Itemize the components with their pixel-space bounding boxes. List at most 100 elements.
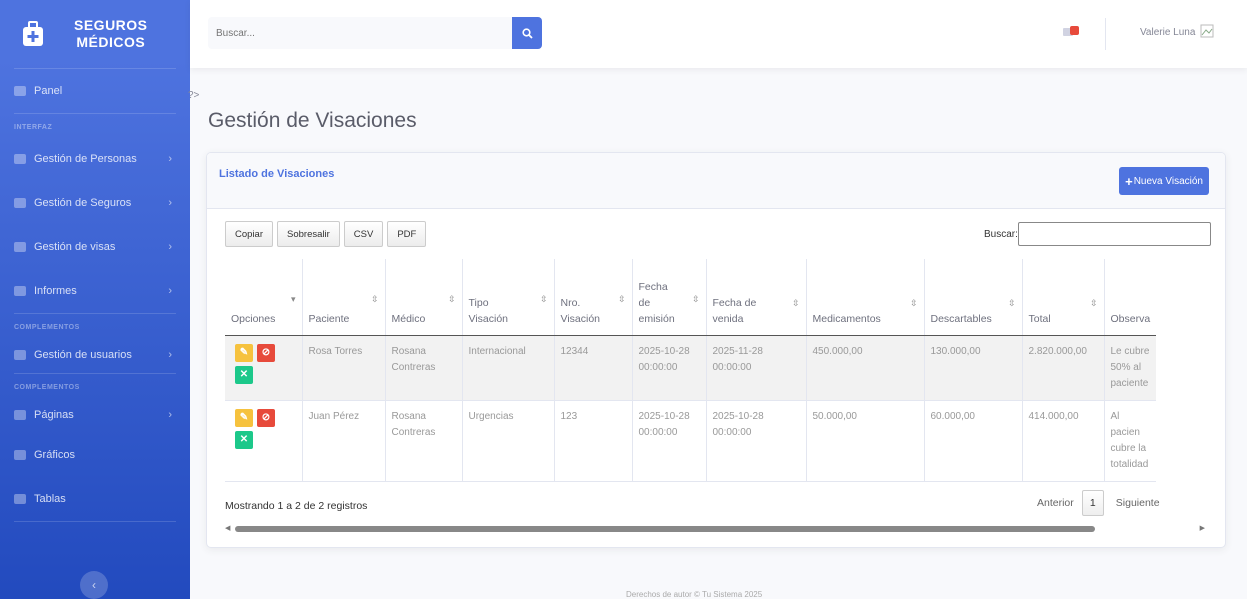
search-input[interactable] xyxy=(208,17,512,49)
table-header-row: ▾ Opciones ⇳ Paciente ⇳ Médico ⇳ Tipo Visaci… xyxy=(225,259,1157,336)
ban-icon: ⊘ xyxy=(261,346,271,358)
sort-icon: ⇳ xyxy=(447,293,456,304)
options-cell: ✎ ⊘ ✕ xyxy=(225,400,303,482)
sidebar-item-tablas[interactable]: Tablas xyxy=(0,477,190,521)
sidebar-item-label: Gestión de Personas xyxy=(34,153,137,165)
disable-button[interactable]: ⊘ xyxy=(257,408,275,427)
cell-emision: 2025-10-28 00:00:00 xyxy=(632,400,707,482)
cell-nro: 123 xyxy=(554,400,633,482)
export-buttons: Copiar Sobresalir CSV PDF xyxy=(225,221,427,247)
table-info: Mostrando 1 a 2 de 2 registros xyxy=(225,500,368,512)
sidebar-item-visas[interactable]: Gestión de visas › xyxy=(0,225,190,269)
chevron-right-icon: › xyxy=(168,349,172,361)
col-header-label: Medicamentos xyxy=(812,312,881,325)
scroll-right-icon[interactable]: ▶ xyxy=(1200,524,1205,532)
alerts-badge xyxy=(1070,26,1079,35)
card-title: Listado de Visaciones xyxy=(219,168,335,180)
sidebar-item-personas[interactable]: Gestión de Personas › xyxy=(0,137,190,181)
sidebar-item-graficos[interactable]: Gráficos xyxy=(0,433,190,477)
col-header[interactable]: ⇳ Nro. Visación xyxy=(554,259,633,336)
stray-text: ?> xyxy=(188,90,200,101)
sidebar-item-seguros[interactable]: Gestión de Seguros › xyxy=(0,181,190,225)
cell-descartables: 130.000,00 xyxy=(924,335,1023,401)
cell-total: 2.820.000,00 xyxy=(1022,335,1105,401)
sidebar-item-panel[interactable]: Panel xyxy=(0,69,190,113)
sort-icon: ⇳ xyxy=(539,293,548,304)
file-icon xyxy=(14,198,26,208)
disable-button[interactable]: ⊘ xyxy=(257,343,275,362)
col-header-label: Tipo Visación xyxy=(468,296,509,325)
sidebar-item-label: Páginas xyxy=(34,409,74,421)
col-header[interactable]: ▾ Opciones xyxy=(225,259,303,336)
avatar[interactable] xyxy=(1200,24,1214,38)
sidebar-toggle-button[interactable]: ‹ xyxy=(80,571,108,599)
brand-line1: SEGUROS xyxy=(74,17,148,33)
cell-venida: 2025-10-28 00:00:00 xyxy=(706,400,807,482)
sort-icon: ⇳ xyxy=(791,297,800,308)
chevron-right-icon: › xyxy=(168,409,172,421)
user-name[interactable]: Valerie Luna xyxy=(1140,27,1195,38)
folder-icon xyxy=(14,410,26,420)
copy-button[interactable]: Copiar xyxy=(225,221,273,247)
visaciones-table: ▾ Opciones ⇳ Paciente ⇳ Médico ⇳ Tipo Visaci… xyxy=(225,259,1157,482)
col-header-label: Paciente xyxy=(308,312,350,325)
horizontal-scrollbar[interactable]: ◀ ▶ xyxy=(225,524,1205,534)
table-search-input[interactable] xyxy=(1018,222,1211,246)
edit-button[interactable]: ✎ xyxy=(235,343,253,362)
scroll-left-icon[interactable]: ◀ xyxy=(225,524,230,532)
col-header[interactable]: ⇳ Descartables xyxy=(924,259,1023,336)
pdf-button[interactable]: PDF xyxy=(387,221,427,247)
search-button[interactable] xyxy=(512,17,542,49)
pencil-icon: ✎ xyxy=(239,411,249,423)
col-header-label: Fecha de emisión xyxy=(638,280,675,325)
sidebar-heading: INTERFAZ xyxy=(14,124,53,131)
approve-button[interactable]: ✕ xyxy=(235,430,253,449)
col-header[interactable]: Observa xyxy=(1104,259,1157,336)
next-page-button[interactable]: Siguiente xyxy=(1116,497,1160,509)
sort-icon: ⇳ xyxy=(617,293,626,304)
prev-page-button[interactable]: Anterior xyxy=(1037,497,1074,509)
sidebar-item-usuarios[interactable]: Gestión de usuarios › xyxy=(0,337,190,373)
sidebar-item-informes[interactable]: Informes › xyxy=(0,269,190,313)
col-header[interactable]: ⇳ Médico xyxy=(385,259,463,336)
brand[interactable]: SEGUROS MÉDICOS xyxy=(0,0,190,68)
sidebar-item-label: Gestión de usuarios xyxy=(34,349,132,361)
page-title: Gestión de Visaciones xyxy=(208,109,417,132)
brand-line2: MÉDICOS xyxy=(76,34,146,50)
sidebar-item-label: Gestión de Seguros xyxy=(34,197,132,209)
scroll-thumb[interactable] xyxy=(235,526,1095,532)
sidebar-heading: COMPLEMENTOS xyxy=(14,384,80,391)
ban-icon: ⊘ xyxy=(261,411,271,423)
page-button[interactable]: 1 xyxy=(1081,490,1104,516)
card-header: Listado de Visaciones + Nueva Visación xyxy=(207,153,1225,209)
col-header[interactable]: ⇳ Fecha de emisión xyxy=(632,259,707,336)
sidebar-item-paginas[interactable]: Páginas › xyxy=(0,397,190,433)
sidebar-item-label: Tablas xyxy=(34,493,66,505)
new-visacion-label: Nueva Visación xyxy=(1133,175,1203,187)
col-header[interactable]: ⇳ Total xyxy=(1022,259,1105,336)
cell-observaciones: Al pacien cubre la totalidad xyxy=(1104,400,1157,482)
report-icon xyxy=(14,286,26,296)
col-header[interactable]: ⇳ Fecha de venida xyxy=(706,259,807,336)
cell-tipo: Internacional xyxy=(462,335,555,401)
user-icon xyxy=(14,154,26,164)
brand-text: SEGUROS MÉDICOS xyxy=(74,17,148,51)
col-header[interactable]: ⇳ Medicamentos xyxy=(806,259,925,336)
table-icon xyxy=(14,494,26,504)
table-row: ✎ ⊘ ✕ Juan Pérez Rosana Contreras Urgenc… xyxy=(225,400,1157,482)
col-header[interactable]: ⇳ Paciente xyxy=(302,259,386,336)
col-header-label: Descartables xyxy=(930,312,992,325)
approve-button[interactable]: ✕ xyxy=(235,365,253,384)
sort-desc-icon: ▾ xyxy=(290,293,296,304)
sidebar: SEGUROS MÉDICOS Panel INTERFAZ Gestión d… xyxy=(0,0,190,599)
col-header[interactable]: ⇳ Tipo Visación xyxy=(462,259,555,336)
csv-button[interactable]: CSV xyxy=(343,221,384,247)
footer: Derechos de autor © Tu Sistema 2025 xyxy=(626,590,763,599)
pencil-icon: ✎ xyxy=(239,346,249,358)
cell-medicamentos: 450.000,00 xyxy=(806,335,925,401)
new-visacion-button[interactable]: + Nueva Visación xyxy=(1119,167,1209,195)
sort-icon: ⇳ xyxy=(370,293,379,304)
excel-button[interactable]: Sobresalir xyxy=(277,221,340,247)
edit-button[interactable]: ✎ xyxy=(235,408,253,427)
sidebar-item-label: Gestión de visas xyxy=(34,241,116,253)
